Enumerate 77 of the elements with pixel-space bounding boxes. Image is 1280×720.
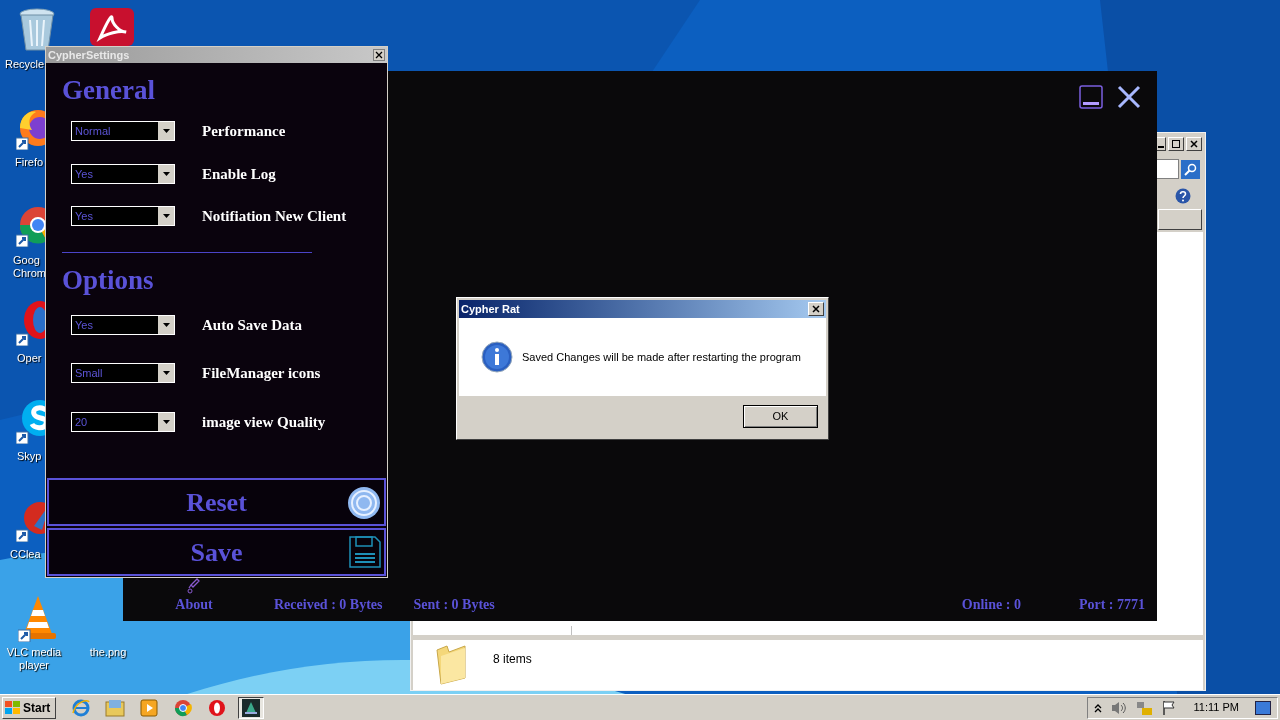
port-label: Port : 7771 xyxy=(1078,596,1145,614)
close-icon xyxy=(812,305,820,313)
maximize-icon xyxy=(1172,140,1180,148)
flag-icon[interactable] xyxy=(1161,699,1176,716)
maximize-button[interactable] xyxy=(1168,137,1184,151)
search-icon xyxy=(1184,162,1197,176)
setting-label: Enable Log xyxy=(202,164,276,184)
traffic-cone-icon[interactable] xyxy=(18,596,58,642)
dropdown-arrow-icon xyxy=(162,371,170,376)
close-icon xyxy=(375,51,383,59)
close-icon xyxy=(1190,140,1198,148)
folder-icon xyxy=(105,698,125,717)
browser-icon xyxy=(72,698,90,717)
taskbar-app[interactable] xyxy=(238,696,264,719)
speaker-icon[interactable] xyxy=(1109,699,1128,716)
dropdown[interactable]: Yes xyxy=(71,206,175,227)
pdf-app-icon[interactable] xyxy=(90,8,134,46)
online-counter: Online : 0 xyxy=(961,596,1021,614)
desktop-icon-label: Recycle xyxy=(5,58,45,71)
browser-icon xyxy=(174,698,192,717)
dialog-message: Saved Changes will be made after restarting the program xyxy=(522,349,801,365)
desktop-icon-label: VLC media player xyxy=(5,646,63,672)
dropdown[interactable]: Yes xyxy=(71,163,175,184)
section-heading: Options xyxy=(62,263,155,297)
setting-label: FileManager icons xyxy=(202,364,321,383)
setting-label: Performance xyxy=(202,122,286,141)
desktop-icon-label: Skyp xyxy=(17,450,43,463)
action-button[interactable]: Save xyxy=(47,528,386,576)
play-icon xyxy=(140,698,158,717)
start-button[interactable]: Start xyxy=(2,696,56,719)
minimize-icon xyxy=(1079,85,1103,109)
dialog-title: Cypher Rat xyxy=(461,301,520,317)
dropdown-arrow-icon xyxy=(162,129,170,134)
setting-label: Auto Save Data xyxy=(202,315,302,335)
dropdown[interactable]: Yes xyxy=(71,314,175,335)
cleaner-app-icon[interactable] xyxy=(16,500,45,542)
dropdown[interactable]: Normal xyxy=(71,121,175,142)
minimize-button[interactable] xyxy=(1079,85,1103,109)
app-icon xyxy=(242,698,260,717)
desktop-icon-label: CClea xyxy=(10,548,42,561)
info-icon xyxy=(481,341,513,373)
chevron-up-icon[interactable] xyxy=(1093,702,1102,713)
setting-label: image view Quality xyxy=(202,412,326,432)
search-button[interactable] xyxy=(1181,159,1200,179)
browser-icon xyxy=(208,698,226,717)
folder-icon xyxy=(435,644,469,686)
window-title: CypherSettings xyxy=(48,47,130,63)
desktop-icon-label: Firefo xyxy=(15,156,45,169)
action-button[interactable]: Reset xyxy=(47,478,386,526)
section-heading: General xyxy=(62,74,156,107)
received-counter: Received : 0 Bytes xyxy=(274,596,383,614)
close-button[interactable] xyxy=(1117,85,1141,109)
dropdown[interactable]: 20 xyxy=(71,411,175,432)
close-button[interactable] xyxy=(373,49,385,61)
refresh-icon xyxy=(347,486,381,520)
about-button[interactable]: About xyxy=(174,578,214,615)
close-icon xyxy=(1117,85,1141,109)
pen-icon xyxy=(187,578,201,594)
dropdown-arrow-icon xyxy=(162,171,170,176)
show-desktop-icon[interactable] xyxy=(1255,700,1271,715)
clock: 11:11 PM xyxy=(1193,700,1239,716)
windows-flag-icon xyxy=(5,700,21,715)
desktop-icon-label: Oper xyxy=(17,352,43,365)
item-count: 8 items xyxy=(493,651,532,668)
sent-counter: Sent : 0 Bytes xyxy=(413,596,495,614)
dropdown[interactable]: Small xyxy=(71,363,175,384)
column-header[interactable] xyxy=(1158,209,1202,230)
help-icon[interactable] xyxy=(1175,188,1191,204)
desktop-icon-label: Goog Chrom xyxy=(13,254,47,280)
search-field[interactable] xyxy=(1157,159,1179,179)
dropdown-arrow-icon xyxy=(162,322,170,327)
dropdown-arrow-icon xyxy=(162,214,170,219)
dropdown-arrow-icon xyxy=(162,419,170,424)
setting-label: Notifiation New Client xyxy=(202,207,347,226)
recycle-bin-icon[interactable] xyxy=(18,8,56,52)
ok-button[interactable]: OK xyxy=(743,405,818,428)
desktop-icon-label: the.png xyxy=(88,646,128,659)
